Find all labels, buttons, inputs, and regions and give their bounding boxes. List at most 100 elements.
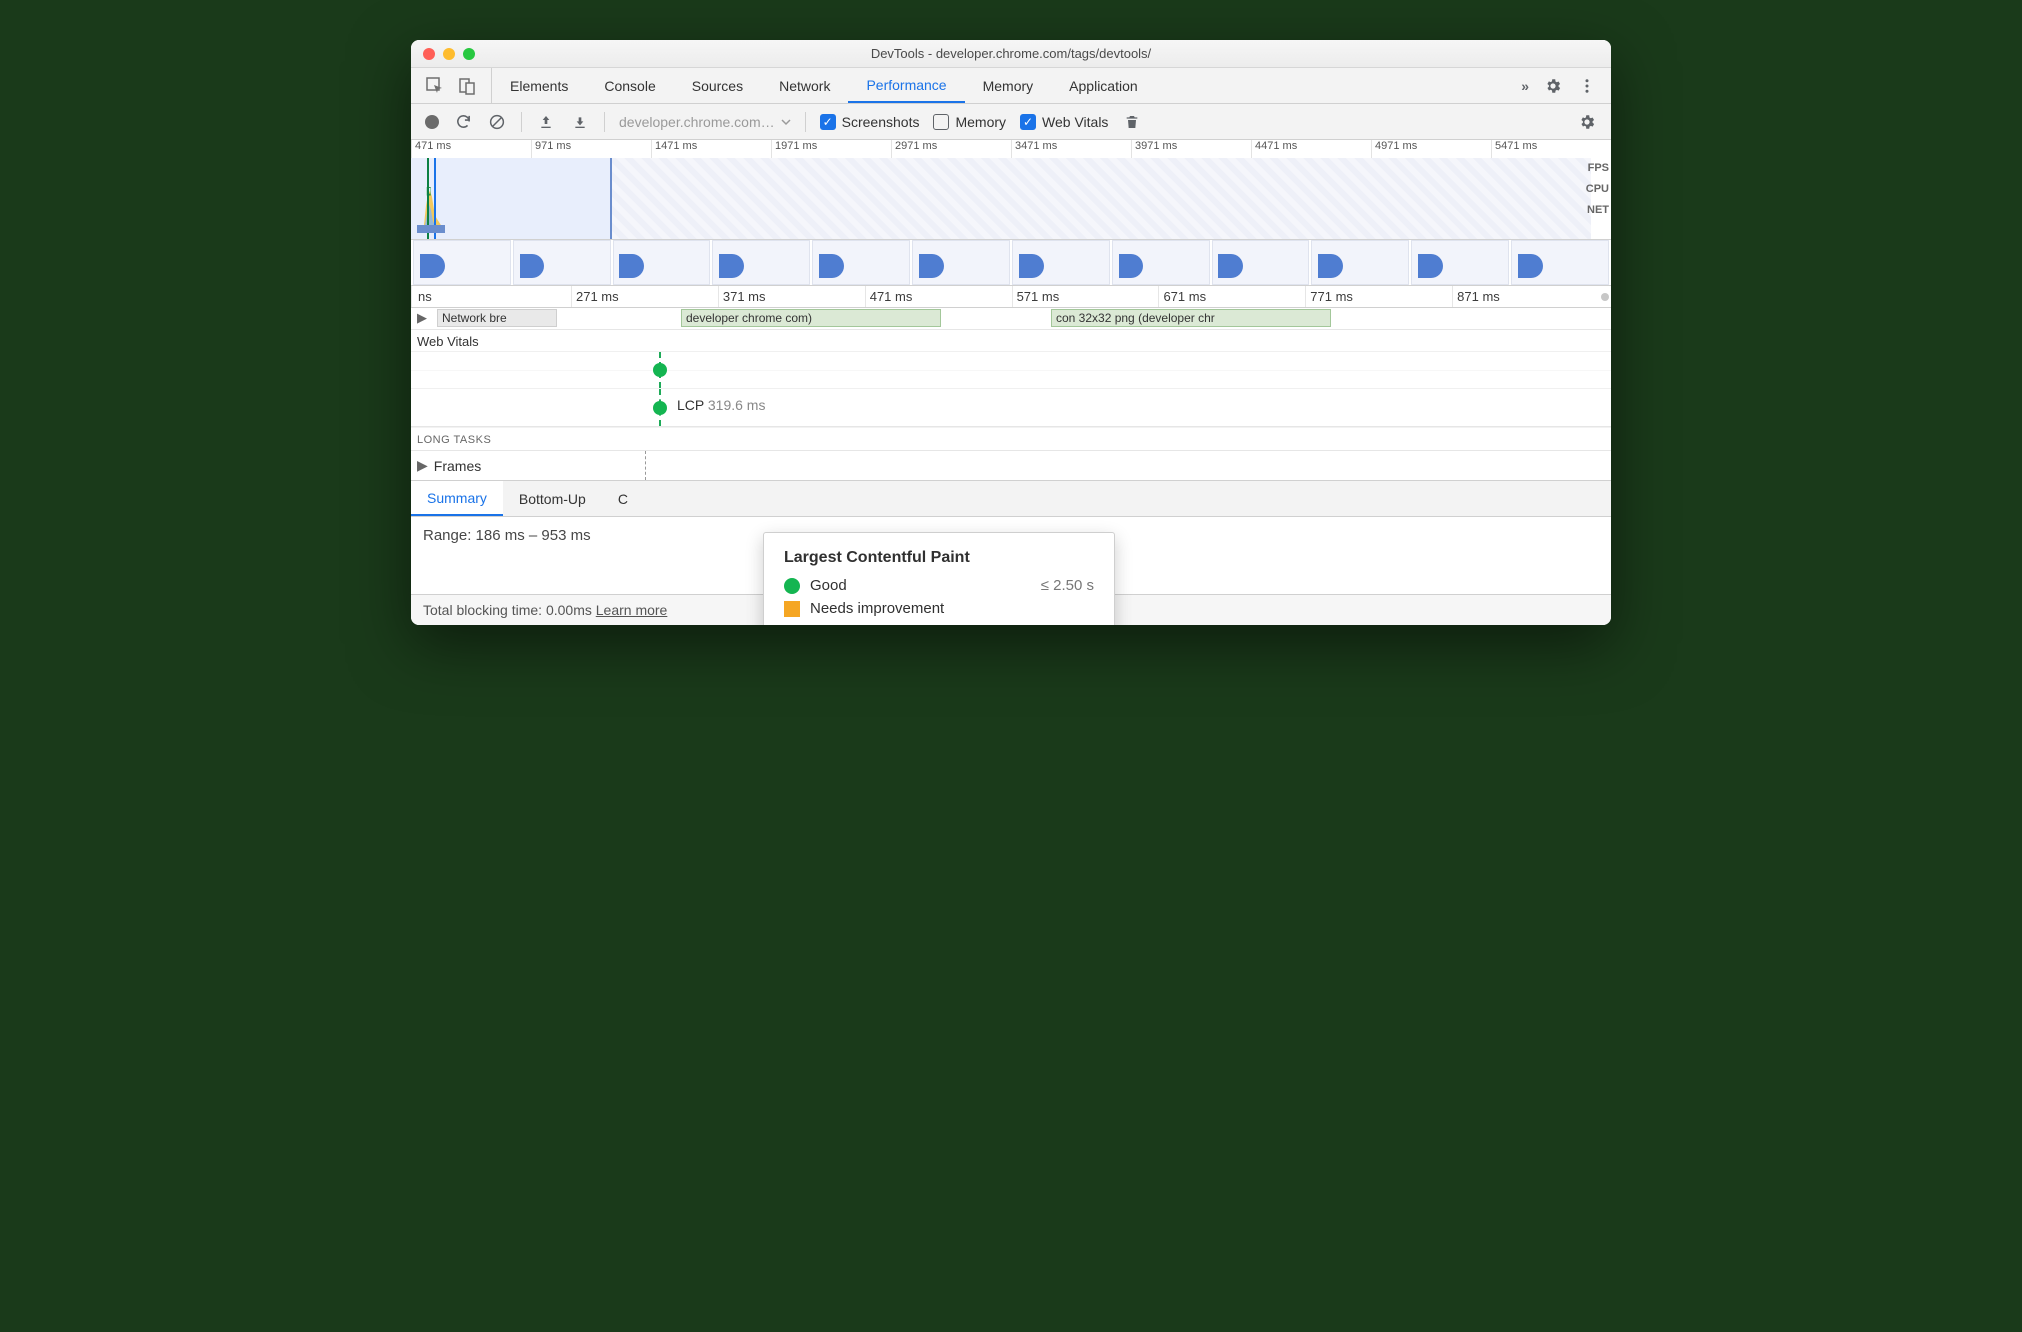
detail-tick: 871 ms (1452, 286, 1599, 307)
good-circle-icon (784, 578, 800, 594)
close-window-icon[interactable] (423, 48, 435, 60)
network-track-row[interactable]: ▶ Network bre developer chrome com) con … (411, 308, 1611, 330)
detail-tick: 771 ms (1305, 286, 1452, 307)
filmstrip-thumb[interactable] (712, 240, 810, 285)
overview-tick: 971 ms (531, 140, 651, 158)
detail-tick: 571 ms (1012, 286, 1159, 307)
filmstrip-thumb[interactable] (613, 240, 711, 285)
overview-tick: 5471 ms (1491, 140, 1611, 158)
save-profile-icon[interactable] (570, 112, 590, 132)
tooltip-row-poor: Poor > 4.00 s (784, 623, 1094, 625)
recording-dropdown[interactable]: developer.chrome.com… (619, 114, 791, 130)
detail-tick: 471 ms (865, 286, 1012, 307)
tab-network[interactable]: Network (761, 68, 848, 103)
learn-more-link[interactable]: Learn more (596, 602, 668, 618)
long-tasks-heading: LONG TASKS (411, 427, 1611, 451)
network-fragment[interactable]: con 32x32 png (developer chr (1051, 309, 1331, 327)
network-fragment[interactable]: Network bre (437, 309, 557, 327)
filmstrip-thumb[interactable] (1511, 240, 1609, 285)
tooltip-row-threshold: ≤ 2.50 s (1041, 577, 1094, 594)
tooltip-title: Largest Contentful Paint (784, 549, 1094, 567)
tooltip-row-threshold: > 4.00 s (1040, 623, 1094, 625)
capture-settings-gear-icon[interactable] (1577, 112, 1597, 132)
overview-tick: 471 ms (411, 140, 531, 158)
minimize-window-icon[interactable] (443, 48, 455, 60)
clear-icon[interactable] (487, 112, 507, 132)
screenshots-checkbox[interactable]: ✓ Screenshots (820, 114, 920, 130)
filmstrip-thumb[interactable] (1411, 240, 1509, 285)
tab-sources[interactable]: Sources (674, 68, 761, 103)
frames-label: Frames (434, 458, 481, 474)
traffic-lights (411, 48, 475, 60)
tooltip-row-label: Poor (810, 623, 1030, 625)
detail-ruler[interactable]: ns 271 ms 371 ms 471 ms 571 ms 671 ms 77… (411, 286, 1611, 308)
overview-tick: 1971 ms (771, 140, 891, 158)
expand-triangle-icon[interactable]: ▶ (411, 457, 434, 474)
overview-tick: 4971 ms (1371, 140, 1491, 158)
zoom-window-icon[interactable] (463, 48, 475, 60)
summary-tab-truncated[interactable]: C (602, 481, 644, 516)
tab-console[interactable]: Console (586, 68, 673, 103)
filmstrip-thumb[interactable] (1311, 240, 1409, 285)
cpu-label: CPU (1586, 179, 1609, 200)
lcp-name: LCP (677, 397, 704, 413)
cpu-activity-hump (421, 187, 441, 225)
filmstrip-thumb[interactable] (513, 240, 611, 285)
filmstrip-thumb[interactable] (1212, 240, 1310, 285)
detail-tick: ns (411, 286, 571, 307)
overview-tick: 4471 ms (1251, 140, 1371, 158)
overview-timeline[interactable]: 471 ms 971 ms 1471 ms 1971 ms 2971 ms 34… (411, 140, 1611, 240)
overview-tick: 3471 ms (1011, 140, 1131, 158)
detail-tick: 671 ms (1158, 286, 1305, 307)
fcp-marker-dot-icon[interactable] (653, 363, 667, 377)
lcp-marker-dot-icon[interactable] (653, 401, 667, 415)
overview-row-labels: FPS CPU NET (1586, 158, 1609, 221)
tab-elements[interactable]: Elements (492, 68, 586, 103)
overview-tick: 3971 ms (1131, 140, 1251, 158)
net-label: NET (1586, 200, 1609, 221)
network-fragment[interactable]: developer chrome com) (681, 309, 941, 327)
main-tab-strip: Elements Console Sources Network Perform… (411, 68, 1611, 104)
inspect-element-icon[interactable] (425, 76, 445, 96)
overview-ruler: 471 ms 971 ms 1471 ms 1971 ms 2971 ms 34… (411, 140, 1611, 158)
reload-record-icon[interactable] (453, 112, 473, 132)
vitals-lane-fcp[interactable] (411, 351, 1611, 389)
screenshots-label: Screenshots (842, 114, 920, 130)
screenshot-filmstrip[interactable] (411, 240, 1611, 286)
tab-application[interactable]: Application (1051, 68, 1156, 103)
filmstrip-thumb[interactable] (413, 240, 511, 285)
poor-triangle-icon (784, 625, 800, 626)
filmstrip-thumb[interactable] (912, 240, 1010, 285)
net-activity-bar (417, 225, 445, 233)
tab-performance[interactable]: Performance (848, 68, 964, 103)
device-toggle-icon[interactable] (457, 76, 477, 96)
settings-gear-icon[interactable] (1543, 76, 1563, 96)
tooltip-row-label: Good (810, 577, 1031, 594)
lcp-value: 319.6 ms (708, 397, 766, 413)
memory-label: Memory (955, 114, 1006, 130)
summary-tab-bottom-up[interactable]: Bottom-Up (503, 481, 602, 516)
overview-selection[interactable] (411, 158, 612, 239)
fps-label: FPS (1586, 158, 1609, 179)
filmstrip-thumb[interactable] (1012, 240, 1110, 285)
detail-scrollbar[interactable] (1599, 286, 1611, 307)
filmstrip-thumb[interactable] (1112, 240, 1210, 285)
memory-checkbox[interactable]: Memory (933, 114, 1006, 130)
web-vitals-checkbox[interactable]: ✓ Web Vitals (1020, 114, 1108, 130)
chevron-down-icon (781, 117, 791, 127)
web-vitals-label: Web Vitals (1042, 114, 1108, 130)
summary-tab-summary[interactable]: Summary (411, 481, 503, 516)
more-tabs-icon[interactable]: » (1521, 78, 1529, 94)
expand-triangle-icon[interactable]: ▶ (417, 310, 427, 326)
tbt-text: Total blocking time: 0.00ms (423, 602, 592, 618)
vitals-lane-lcp[interactable]: LCP 319.6 ms (411, 389, 1611, 427)
frames-track-row[interactable]: ▶ Frames (411, 451, 1611, 481)
tab-memory[interactable]: Memory (965, 68, 1052, 103)
kebab-menu-icon[interactable] (1577, 76, 1597, 96)
delete-recording-icon[interactable] (1122, 112, 1142, 132)
needs-improvement-square-icon (784, 601, 800, 617)
filmstrip-thumb[interactable] (812, 240, 910, 285)
record-button-icon[interactable] (425, 115, 439, 129)
load-profile-icon[interactable] (536, 112, 556, 132)
checkbox-checked-icon: ✓ (1020, 114, 1036, 130)
